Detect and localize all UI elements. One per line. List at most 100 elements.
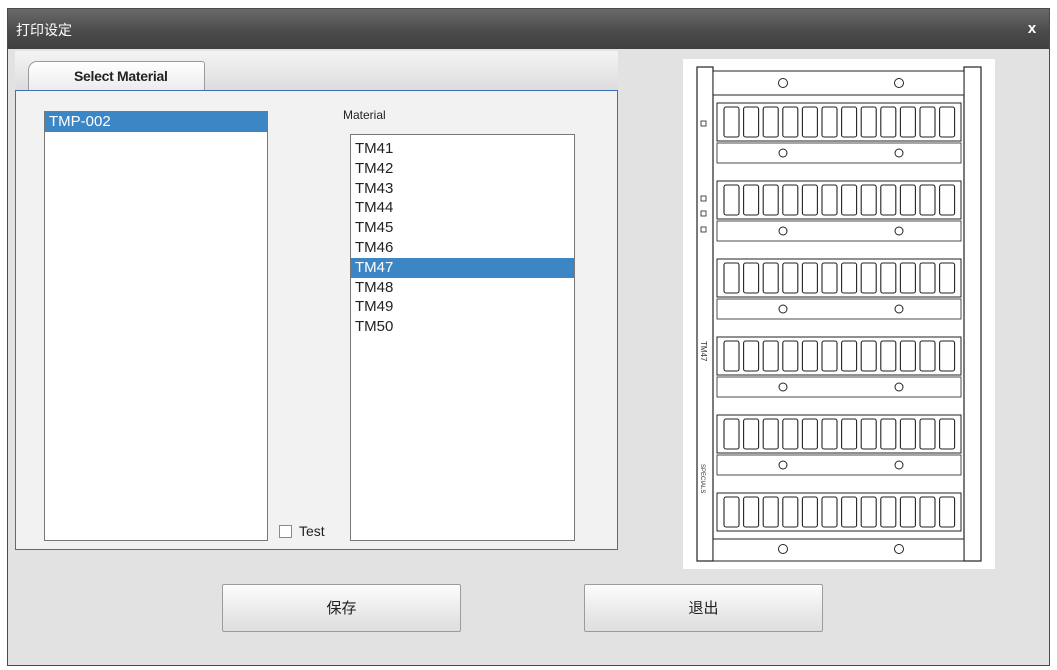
label-cell [762, 106, 779, 138]
label-cell [743, 184, 760, 216]
list-item[interactable]: TM47 [351, 257, 574, 278]
strip-separator [716, 454, 962, 476]
label-cell [880, 496, 897, 528]
screw-hole-icon [778, 460, 788, 470]
list-item[interactable]: TM42 [351, 159, 574, 179]
sheet-bottom-plate [712, 538, 965, 562]
screw-hole-icon [778, 226, 788, 236]
label-cell [860, 496, 877, 528]
list-item[interactable]: TM41 [351, 139, 574, 159]
label-cell [743, 262, 760, 294]
label-cell [723, 262, 740, 294]
label-cell [860, 340, 877, 372]
label-cell [821, 418, 838, 450]
label-cell [860, 418, 877, 450]
list-item[interactable]: TMP-002 [45, 112, 267, 132]
label-cell [939, 106, 956, 138]
list-item[interactable]: TM46 [351, 238, 574, 258]
label-cell [899, 262, 916, 294]
label-cell [821, 184, 838, 216]
label-cell [939, 418, 956, 450]
label-cell [919, 496, 936, 528]
label-cell [723, 496, 740, 528]
label-cell [880, 340, 897, 372]
exit-button[interactable]: 退出 [584, 584, 823, 632]
label-cell [743, 106, 760, 138]
label-cell [899, 496, 916, 528]
label-cell [723, 184, 740, 216]
template-list[interactable]: TMP-002 [44, 111, 268, 541]
close-icon[interactable]: x [1021, 19, 1043, 39]
label-cell [821, 496, 838, 528]
label-cell [782, 340, 799, 372]
label-cell [782, 106, 799, 138]
list-item[interactable]: TM48 [351, 278, 574, 298]
material-preview: TM47 SPECIALS [683, 59, 995, 569]
screw-hole-icon [778, 148, 788, 158]
label-cell [880, 418, 897, 450]
label-cell [860, 184, 877, 216]
screw-hole-icon [894, 460, 904, 470]
label-cell [841, 184, 858, 216]
label-cell [801, 496, 818, 528]
screw-hole-icon [778, 544, 788, 554]
screw-hole-icon [778, 382, 788, 392]
save-button[interactable]: 保存 [222, 584, 461, 632]
strip-separator [716, 298, 962, 320]
label-cell [821, 262, 838, 294]
list-item[interactable]: TM49 [351, 297, 574, 317]
rail-marker [700, 226, 707, 233]
test-checkbox-label[interactable]: Test [299, 523, 325, 539]
material-label: Material [343, 108, 386, 122]
label-cell [841, 418, 858, 450]
label-cell [743, 418, 760, 450]
label-cell [762, 418, 779, 450]
test-checkbox[interactable] [279, 525, 292, 538]
label-cell [919, 340, 936, 372]
label-cell [939, 496, 956, 528]
label-cell [782, 262, 799, 294]
list-item[interactable]: TM44 [351, 198, 574, 218]
side-text-specials: SPECIALS [699, 464, 705, 493]
label-cell [939, 184, 956, 216]
label-cell [782, 418, 799, 450]
label-cell [782, 496, 799, 528]
label-cell [919, 418, 936, 450]
label-cell [899, 106, 916, 138]
label-cell [919, 262, 936, 294]
screw-hole-icon [894, 304, 904, 314]
rail-marker [700, 210, 707, 217]
label-cell [860, 106, 877, 138]
label-cell [919, 106, 936, 138]
list-item[interactable]: TM45 [351, 218, 574, 238]
title-bar[interactable]: 打印设定 x [8, 9, 1049, 49]
tab-strip: Select Material [15, 51, 618, 91]
tab-select-material[interactable]: Select Material [28, 61, 205, 90]
label-cell [841, 262, 858, 294]
list-item[interactable]: TM43 [351, 179, 574, 199]
sheet-top-plate [712, 70, 965, 96]
label-cell [821, 340, 838, 372]
screw-hole-icon [894, 148, 904, 158]
label-cell [801, 106, 818, 138]
label-cell [743, 496, 760, 528]
label-cell [899, 418, 916, 450]
list-item[interactable]: TM50 [351, 317, 574, 337]
strip-separator [716, 376, 962, 398]
label-cell [723, 340, 740, 372]
select-material-panel: TMP-002 Material TM41 TM42 TM43 TM44 TM4… [15, 90, 618, 550]
material-list[interactable]: TM41 TM42 TM43 TM44 TM45 TM46 TM47 TM48 … [350, 134, 575, 541]
label-cell [939, 340, 956, 372]
label-cell [899, 184, 916, 216]
tab-label: Select Material [74, 68, 168, 84]
label-cell [880, 262, 897, 294]
screw-hole-icon [778, 304, 788, 314]
label-cell [801, 340, 818, 372]
label-cell [880, 106, 897, 138]
label-cell [743, 340, 760, 372]
label-sheet-drawing: TM47 SPECIALS [696, 66, 982, 562]
label-cell [899, 340, 916, 372]
label-cell [841, 340, 858, 372]
label-cell [762, 340, 779, 372]
label-cell [801, 262, 818, 294]
